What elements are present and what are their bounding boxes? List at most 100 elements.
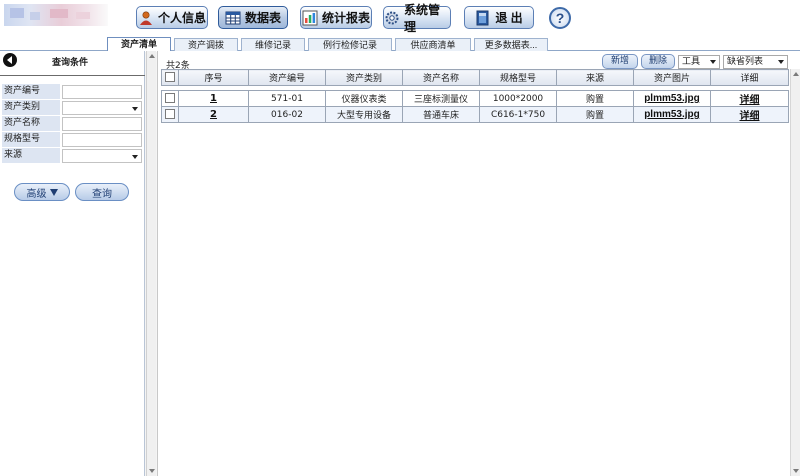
asset-name-input[interactable] <box>62 117 142 131</box>
asset-category-select[interactable] <box>62 101 142 115</box>
data-table-label: 数据表 <box>244 11 281 25</box>
query-panel-title: 查询条件 <box>52 58 89 68</box>
source-select[interactable] <box>62 149 142 163</box>
spec-model-label: 规格型号 <box>2 132 60 147</box>
field-row-spec-model: 规格型号 <box>2 132 142 147</box>
detail-cell: 详细 <box>710 90 789 107</box>
column-header[interactable]: 详细 <box>710 69 789 86</box>
help-button[interactable]: ? <box>549 7 571 29</box>
scroll-down-icon[interactable] <box>793 469 799 473</box>
asset-image-cell: plmm53.jpg <box>633 106 711 123</box>
asset-code-cell: 016-02 <box>248 106 326 123</box>
field-row-asset-name: 资产名称 <box>2 116 142 131</box>
system-management-button[interactable]: 系统管理 <box>383 3 451 34</box>
source-cell: 购置 <box>556 90 634 107</box>
person-icon <box>138 10 154 26</box>
asset-name-cell: 三座标测量仪 <box>402 90 480 107</box>
row-checkbox[interactable] <box>165 93 175 104</box>
personal-info-label: 个人信息 <box>157 11 206 25</box>
row-select-cell <box>161 106 179 123</box>
tab-more-tables[interactable]: 更多数据表... <box>474 38 548 51</box>
field-row-asset-code: 资产编号 <box>2 84 142 99</box>
chevron-down-icon <box>132 107 138 111</box>
asset-name-cell: 普通车床 <box>402 106 480 123</box>
data-table-button[interactable]: 数据表 <box>218 6 288 29</box>
advanced-button[interactable]: 高级 <box>14 183 70 201</box>
view-select[interactable]: 缺省列表 <box>723 55 788 69</box>
detail-cell: 详细 <box>710 106 789 123</box>
spec-model-input[interactable] <box>62 133 142 147</box>
asset-code-cell: 571-01 <box>248 90 326 107</box>
column-header[interactable]: 来源 <box>556 69 634 86</box>
chevron-down-icon <box>778 60 784 64</box>
tools-select[interactable]: 工具 <box>678 55 720 69</box>
asset-category-label: 资产类别 <box>2 100 60 115</box>
field-row-source: 来源 <box>2 148 142 163</box>
left-panel-scrollbar[interactable] <box>146 51 156 476</box>
detail-link[interactable]: 详细 <box>740 111 760 122</box>
asset-name-label: 资产名称 <box>2 116 60 131</box>
add-button[interactable]: 新增 <box>602 54 638 69</box>
main-content: 共2条 新增 删除 工具 缺省列表 序号 资产编号 资产类别 资产名称 规格型号… <box>157 51 800 476</box>
view-select-value: 缺省列表 <box>727 57 764 67</box>
divider <box>0 75 145 76</box>
table-scrollbar[interactable] <box>790 69 800 476</box>
column-header[interactable]: 序号 <box>178 69 249 86</box>
exit-label: 退 出 <box>495 11 523 25</box>
asset-category-cell: 仪器仪表类 <box>325 90 403 107</box>
select-all-cell <box>161 69 179 86</box>
asset-table: 序号 资产编号 资产类别 资产名称 规格型号 来源 资产图片 详细 1 571-… <box>161 69 789 123</box>
table-icon <box>225 10 241 26</box>
chevron-down-icon <box>710 60 716 64</box>
table-row[interactable]: 2 016-02 大型专用设备 普通车床 C616-1*750 购置 plmm5… <box>161 106 789 123</box>
tab-bar: 资产清单 资产调拨 维修记录 例行检修记录 供应商清单 更多数据表... <box>0 36 800 52</box>
system-management-label: 系统管理 <box>404 2 441 34</box>
app-logo <box>4 4 108 26</box>
collapse-left-arrow-icon[interactable] <box>3 53 17 67</box>
top-toolbar: 个人信息 数据表 统计报表 系统管理 退 出 ? <box>0 0 800 36</box>
asset-code-label: 资产编号 <box>2 84 60 99</box>
table-header-row: 序号 资产编号 资产类别 资产名称 规格型号 来源 资产图片 详细 <box>161 69 789 86</box>
seq-cell: 1 <box>178 90 249 107</box>
field-row-asset-category: 资产类别 <box>2 100 142 115</box>
asset-image-link[interactable]: plmm53.jpg <box>644 109 700 120</box>
seq-link[interactable]: 2 <box>210 109 217 120</box>
scroll-up-icon[interactable] <box>149 54 155 58</box>
scroll-down-icon[interactable] <box>149 469 155 473</box>
seq-link[interactable]: 1 <box>210 93 217 104</box>
triangle-down-icon <box>49 188 58 196</box>
exit-button[interactable]: 退 出 <box>464 6 534 29</box>
row-checkbox[interactable] <box>165 109 175 120</box>
asset-image-link[interactable]: plmm53.jpg <box>644 93 700 104</box>
column-header[interactable]: 资产类别 <box>325 69 403 86</box>
tab-repair-records[interactable]: 维修记录 <box>241 38 305 51</box>
query-panel: 查询条件 资产编号 资产类别 资产名称 规格型号 来源 高级 查询 <box>0 51 145 476</box>
tab-asset-list[interactable]: 资产清单 <box>107 37 171 52</box>
tab-asset-transfer[interactable]: 资产调拨 <box>174 38 238 51</box>
advanced-button-label: 高级 <box>26 188 47 200</box>
exit-icon <box>475 10 491 26</box>
detail-link[interactable]: 详细 <box>740 95 760 106</box>
column-header[interactable]: 资产编号 <box>248 69 326 86</box>
select-all-checkbox[interactable] <box>165 72 175 83</box>
tools-select-value: 工具 <box>682 57 701 67</box>
query-button[interactable]: 查询 <box>75 183 129 201</box>
spec-model-cell: C616-1*750 <box>479 106 557 123</box>
column-header[interactable]: 资产图片 <box>633 69 711 86</box>
scroll-up-icon[interactable] <box>793 72 799 76</box>
statistics-report-button[interactable]: 统计报表 <box>300 6 372 29</box>
tab-routine-maintenance[interactable]: 例行检修记录 <box>308 38 392 51</box>
column-header[interactable]: 资产名称 <box>402 69 480 86</box>
delete-button[interactable]: 删除 <box>641 54 675 69</box>
column-header[interactable]: 规格型号 <box>479 69 557 86</box>
chart-icon <box>302 10 318 26</box>
table-row[interactable]: 1 571-01 仪器仪表类 三座标测量仪 1000*2000 购置 plmm5… <box>161 90 789 107</box>
seq-cell: 2 <box>178 106 249 123</box>
personal-info-button[interactable]: 个人信息 <box>136 6 208 29</box>
asset-code-input[interactable] <box>62 85 142 99</box>
tab-supplier-list[interactable]: 供应商清单 <box>395 38 471 51</box>
query-panel-header: 查询条件 <box>0 51 145 69</box>
source-label: 来源 <box>2 148 60 163</box>
gear-icon <box>384 10 400 26</box>
asset-image-cell: plmm53.jpg <box>633 90 711 107</box>
